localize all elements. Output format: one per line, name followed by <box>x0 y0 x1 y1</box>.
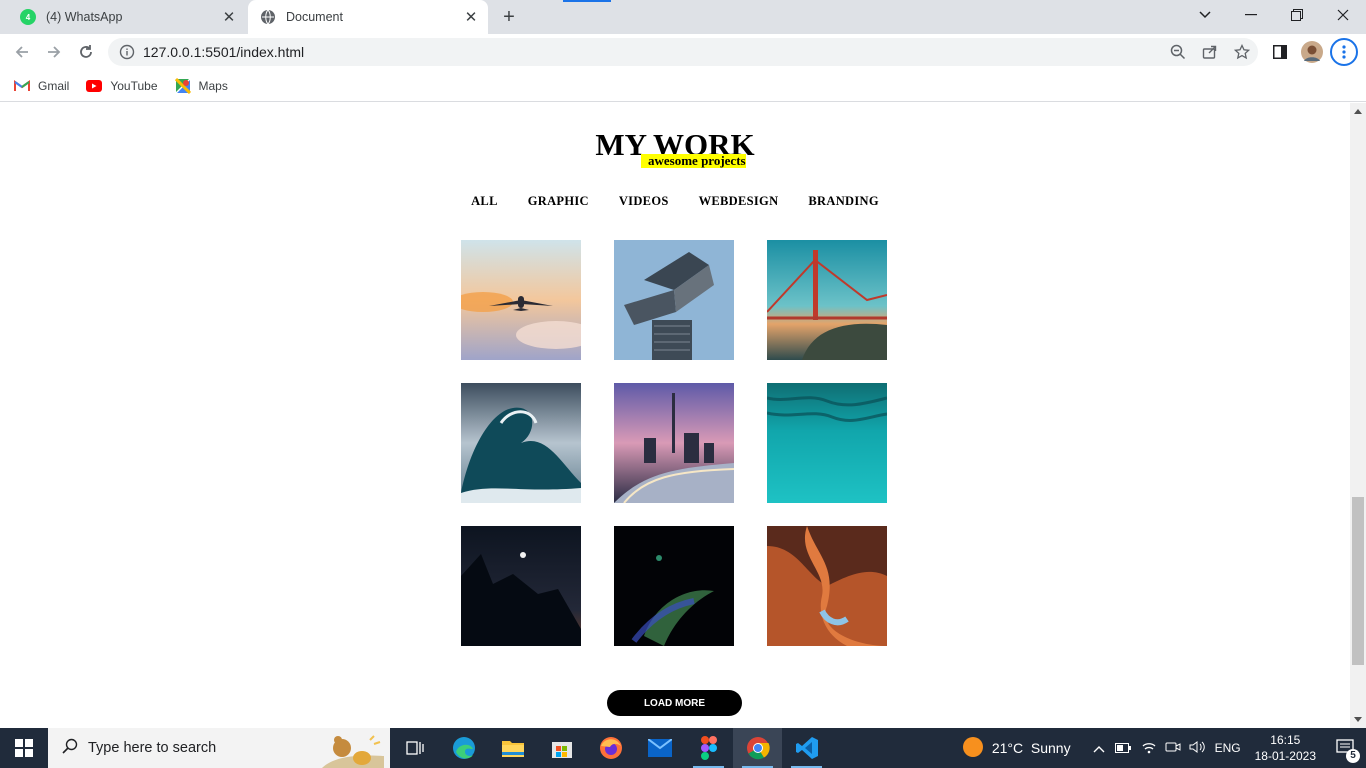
page-subtitle: awesome projects <box>641 154 746 168</box>
gallery-item-building[interactable] <box>614 240 734 360</box>
clock-date: 18-01-2023 <box>1254 749 1316 763</box>
chrome-icon[interactable] <box>733 728 782 768</box>
firefox-icon[interactable] <box>586 728 635 768</box>
filter-nav: ALL GRAPHIC VIDEOS WEBDESIGN BRANDING <box>0 194 1350 209</box>
system-tray: 21°C Sunny ENG 16:15 18-01-2023 5 <box>962 728 1366 768</box>
tab-document[interactable]: Document ✕ <box>248 0 488 34</box>
gallery-item-underwater[interactable] <box>767 383 887 503</box>
notification-count-badge: 5 <box>1346 749 1360 763</box>
notification-center-icon[interactable]: 5 <box>1326 739 1366 763</box>
search-highlight-icon <box>322 728 384 768</box>
battery-icon[interactable] <box>1114 741 1131 756</box>
weather-text[interactable]: 21°C Sunny <box>992 740 1071 756</box>
file-explorer-icon[interactable] <box>488 728 537 768</box>
close-tab-icon[interactable]: ✕ <box>220 8 238 26</box>
search-icon <box>62 738 78 759</box>
close-tab-icon[interactable]: ✕ <box>462 8 480 26</box>
menu-kebab-icon[interactable] <box>1330 38 1358 66</box>
avatar[interactable] <box>1300 38 1324 66</box>
meet-icon[interactable] <box>1165 740 1181 757</box>
gallery-item-mountain[interactable] <box>461 526 581 646</box>
gallery-item-wave[interactable] <box>461 383 581 503</box>
filter-videos[interactable]: VIDEOS <box>619 194 669 209</box>
share-icon[interactable] <box>1194 38 1226 66</box>
clock[interactable]: 16:15 18-01-2023 <box>1255 732 1316 764</box>
bookmark-label: Maps <box>198 78 228 93</box>
gallery-item-city[interactable] <box>614 383 734 503</box>
filter-all[interactable]: ALL <box>471 194 498 209</box>
gallery-item-airplane[interactable] <box>461 240 581 360</box>
tab-whatsapp[interactable]: 4 (4) WhatsApp ✕ <box>8 0 246 34</box>
chevron-up-icon[interactable] <box>1093 741 1105 756</box>
tab-search-chevron-icon[interactable] <box>1182 0 1228 30</box>
task-view-icon[interactable] <box>390 728 439 768</box>
youtube-icon <box>86 78 103 94</box>
vscode-icon[interactable] <box>782 728 831 768</box>
filter-graphic[interactable]: GRAPHIC <box>528 194 589 209</box>
bookmark-label: Gmail <box>38 78 70 93</box>
microsoft-store-icon[interactable] <box>537 728 586 768</box>
forward-button[interactable] <box>40 38 68 66</box>
globe-icon <box>260 9 276 25</box>
wifi-icon[interactable] <box>1141 740 1157 757</box>
language-indicator[interactable]: ENG <box>1215 741 1241 755</box>
reload-button[interactable] <box>72 38 100 66</box>
back-button[interactable] <box>8 38 36 66</box>
restore-button[interactable] <box>1274 0 1320 30</box>
whatsapp-icon: 4 <box>20 9 36 25</box>
bookmark-youtube[interactable]: YouTube <box>86 78 158 94</box>
tab-strip: 4 (4) WhatsApp ✕ Document ✕ + <box>0 0 1366 34</box>
figma-icon[interactable] <box>684 728 733 768</box>
side-panel-icon[interactable] <box>1268 38 1292 66</box>
url-text: 127.0.0.1:5501/index.html <box>143 44 305 60</box>
scroll-up-icon[interactable] <box>1354 109 1362 114</box>
gmail-icon <box>14 78 30 94</box>
search-placeholder: Type here to search <box>88 740 217 756</box>
close-window-button[interactable] <box>1320 0 1366 30</box>
tab-title: (4) WhatsApp <box>46 10 123 24</box>
gallery-item-bridge[interactable] <box>767 240 887 360</box>
start-button[interactable] <box>0 728 48 768</box>
bookmark-gmail[interactable]: Gmail <box>14 78 69 94</box>
clock-time: 16:15 <box>1270 733 1301 747</box>
maps-icon <box>174 77 191 94</box>
taskbar-search[interactable]: Type here to search <box>48 728 390 768</box>
bookmarks-bar: Gmail YouTube Maps <box>0 70 1366 102</box>
page-scrollbar[interactable] <box>1350 103 1366 728</box>
address-bar[interactable]: 127.0.0.1:5501/index.html <box>108 38 1258 66</box>
bookmark-star-icon[interactable] <box>1226 38 1258 66</box>
gallery-item-abstract[interactable] <box>614 526 734 646</box>
new-tab-button[interactable]: + <box>498 6 520 28</box>
scrollbar-thumb[interactable] <box>1352 497 1364 665</box>
filter-branding[interactable]: BRANDING <box>808 194 878 209</box>
site-info-icon[interactable] <box>119 44 135 60</box>
filter-webdesign[interactable]: WEBDESIGN <box>699 194 779 209</box>
edge-icon[interactable] <box>439 728 488 768</box>
tab-search-indicator <box>563 0 611 2</box>
tab-title: Document <box>286 10 343 24</box>
volume-icon[interactable] <box>1189 740 1205 757</box>
windows-taskbar: Type here to search 21°C Sunny ENG 16:15… <box>0 728 1366 768</box>
gallery-item-canyon[interactable] <box>767 526 887 646</box>
browser-toolbar: 127.0.0.1:5501/index.html <box>0 34 1366 70</box>
minimize-button[interactable] <box>1228 0 1274 30</box>
page-viewport: MY WORK awesome projects ALL GRAPHIC VID… <box>0 103 1350 728</box>
scroll-down-icon[interactable] <box>1354 717 1362 722</box>
mail-icon[interactable] <box>635 728 684 768</box>
weather-sun-icon <box>962 736 984 761</box>
svg-text:4: 4 <box>26 13 31 22</box>
portfolio-grid <box>461 240 887 646</box>
bookmark-maps[interactable]: Maps <box>174 77 228 94</box>
bookmark-label: YouTube <box>110 78 158 93</box>
load-more-button[interactable]: LOAD MORE <box>607 690 742 716</box>
zoom-icon[interactable] <box>1162 38 1194 66</box>
